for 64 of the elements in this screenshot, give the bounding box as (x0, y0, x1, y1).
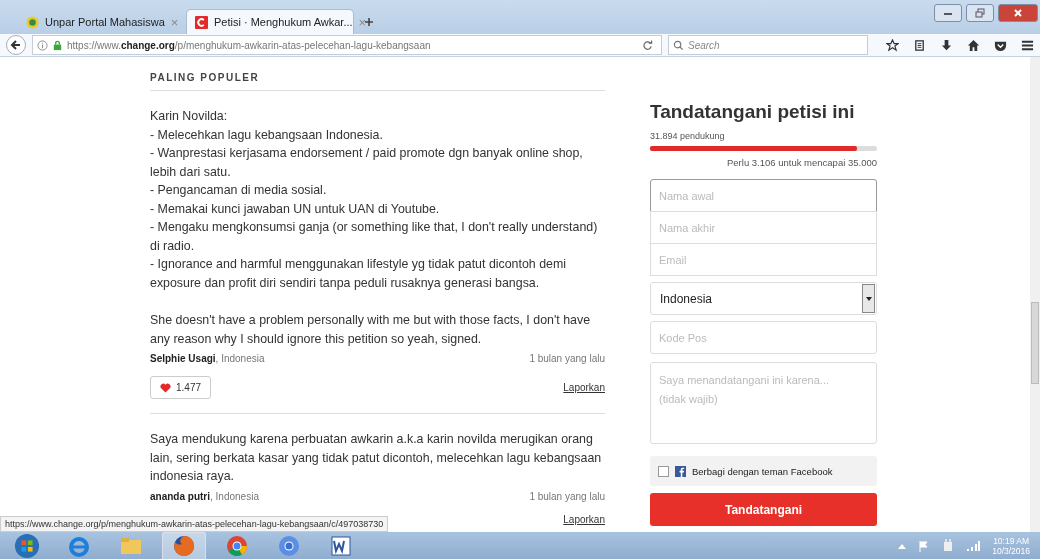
close-button[interactable] (998, 4, 1038, 22)
ring-logo-icon (277, 533, 301, 558)
fox-globe-icon (172, 533, 196, 558)
comment-text: - Ignorance and harmful menggunakan lifestyle yg tidak patut dicontoh demi exposure dan profit diri sendiri tanpa peduli rusaknya generasi bangsa. (150, 256, 568, 292)
close-icon (1013, 8, 1023, 18)
site-logo-icon (195, 15, 208, 29)
like-button[interactable]: 1.477 (150, 376, 212, 399)
reading-list-icon[interactable] (913, 38, 926, 52)
document-w-icon (329, 533, 353, 558)
country-dropdown[interactable]: Indonesia (650, 282, 877, 315)
restore-icon (975, 8, 985, 18)
show-hidden-icons-icon[interactable] (898, 542, 907, 549)
minimize-button[interactable] (934, 4, 962, 22)
report-link[interactable]: Laporkan (563, 513, 605, 525)
flag-icon[interactable] (918, 539, 931, 552)
comment-text: Karin Novilda: (150, 108, 229, 125)
back-arrow-icon (10, 39, 22, 51)
reason-field[interactable]: Saya menandatangani ini karena... (tidak wajib) (650, 362, 877, 444)
supporter-count: 31.894 pendukung (650, 131, 726, 141)
section-heading: PALING POPULER (150, 57, 605, 91)
reload-icon[interactable] (642, 39, 653, 51)
comment-text: - Pengancaman di media sosial. (150, 182, 328, 199)
heart-icon (160, 382, 171, 393)
bookmark-star-icon[interactable] (886, 38, 899, 52)
signal-icon[interactable] (966, 539, 981, 552)
comment-time: 1 bulan yang lalu (529, 490, 605, 502)
comment-text: - Mengaku mengkonsumsi ganja (or something like that, I don't really understand) di radio. (150, 219, 599, 255)
browser-tab[interactable]: Unpar Portal Mahasiswa × (18, 10, 184, 34)
comment-text: She doesn't have a problem personally with me but with those facts, I don't have any reason why I should ignore this petition so yeah, signed. (150, 312, 592, 348)
postcode-field[interactable]: Kode Pos (650, 321, 877, 354)
comment-author: Selphie Usagi, Indonesia (150, 353, 265, 364)
back-button[interactable] (6, 35, 26, 55)
panel-title: Tandatangani petisi ini (650, 101, 856, 123)
search-icon (673, 39, 684, 51)
comment-time: 1 bulan yang lalu (529, 353, 605, 364)
scrollbar[interactable] (1030, 57, 1040, 532)
comment-text: - Wanprestasi kerjasama endorsement / paid promote dgn banyak online shop, lebih dari satu. (150, 145, 584, 181)
university-logo-icon (26, 15, 39, 29)
minimize-icon (943, 10, 953, 16)
facebook-icon (675, 465, 686, 477)
colored-ring-icon (225, 533, 249, 558)
sign-button[interactable]: Tandatangani (650, 493, 877, 526)
comment-text: Saya mendukung karena perbuatan awkarin a.k.a karin novilda merugikan orang lain, sering berkata kasar yang tidak patut dicontoh, melecehkan lagu kebangsaan indonesia raya. (150, 431, 603, 485)
new-tab-icon[interactable] (364, 17, 374, 27)
goal-text: Perlu 3.106 untuk mencapai 35.000 (726, 157, 877, 168)
share-label: Berbagi dengan teman Facebook (692, 465, 833, 477)
comment-author: ananda putri, Indonesia (150, 490, 259, 502)
taskbar-app[interactable] (162, 531, 206, 559)
menu-icon[interactable] (1021, 38, 1034, 52)
report-link[interactable]: Laporkan (563, 382, 605, 393)
search-field[interactable]: Search (668, 35, 868, 55)
address-bar[interactable]: https://www.change.org/p/menghukum-awkarin-atas-pelecehan-lagu-kebangsaan (32, 35, 662, 55)
download-icon[interactable] (940, 38, 953, 52)
input-field[interactable]: Nama awal (650, 179, 877, 212)
home-icon[interactable] (967, 38, 980, 52)
checkbox[interactable] (658, 465, 669, 477)
info-icon[interactable] (37, 39, 48, 51)
comment-text: - Melecehkan lagu kebangsaan Indonesia. (150, 126, 384, 144)
lock-icon (52, 39, 63, 51)
start-button[interactable] (14, 532, 40, 559)
comment-text: - Memakai kunci jawaban UN untuk UAN di Youtube. (150, 200, 441, 218)
status-url: https://www.change.org/p/menghukum-awkarin-atas-pelecehan-lagu-kebangsaan/c/497038730 (0, 516, 389, 532)
restore-button[interactable] (966, 4, 994, 22)
dropdown-arrow-icon (865, 296, 872, 301)
